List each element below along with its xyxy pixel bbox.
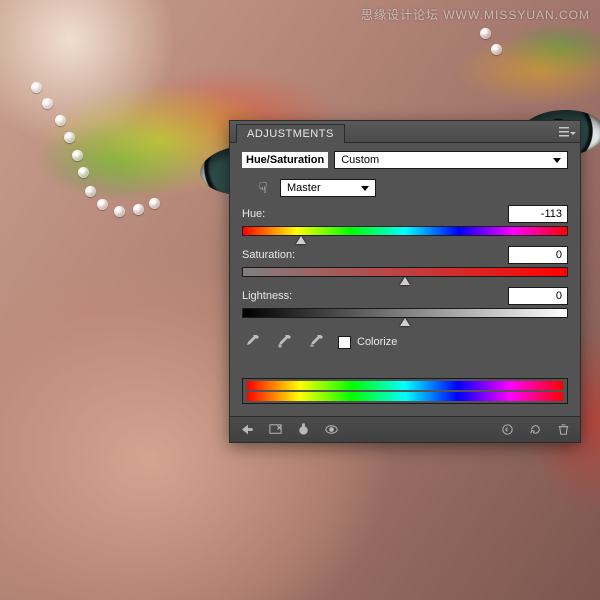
spectrum-preview — [242, 378, 568, 404]
reset-icon[interactable] — [526, 421, 544, 439]
lightness-label: Lightness: — [242, 290, 292, 302]
gem-decoration — [42, 98, 53, 109]
gem-decoration — [480, 28, 491, 39]
gem-decoration — [85, 186, 96, 197]
saturation-input[interactable] — [508, 246, 568, 264]
hue-thumb[interactable] — [296, 236, 306, 244]
colorize-label: Colorize — [357, 336, 397, 348]
clip-icon[interactable] — [294, 421, 312, 439]
lightness-slider[interactable] — [242, 308, 568, 318]
trash-icon[interactable] — [554, 421, 572, 439]
channel-select-value: Master — [287, 182, 321, 194]
back-icon[interactable] — [238, 421, 256, 439]
preset-select-value: Custom — [341, 154, 379, 166]
hue-group: Hue: — [242, 205, 568, 236]
spectrum-bar-bottom — [247, 392, 563, 401]
hue-input[interactable] — [508, 205, 568, 223]
hue-label: Hue: — [242, 208, 265, 220]
gem-decoration — [491, 44, 502, 55]
panel-menu-icon[interactable] — [556, 126, 574, 138]
adjustments-panel: ADJUSTMENTS Hue/Saturation Custom ☟ Mast… — [229, 120, 581, 443]
eyedropper-add-icon[interactable] — [274, 332, 294, 352]
saturation-slider[interactable] — [242, 267, 568, 277]
expand-icon[interactable] — [266, 421, 284, 439]
saturation-label: Saturation: — [242, 249, 295, 261]
panel-footer — [230, 416, 580, 442]
gem-decoration — [31, 82, 42, 93]
chevron-down-icon — [361, 186, 369, 191]
preset-select[interactable]: Custom — [334, 151, 568, 169]
channel-select[interactable]: Master — [280, 179, 376, 197]
visibility-icon[interactable] — [322, 421, 340, 439]
gem-decoration — [72, 150, 83, 161]
panel-header: ADJUSTMENTS — [230, 121, 580, 143]
panel-body: Hue/Saturation Custom ☟ Master Hue: — [230, 143, 580, 416]
gem-decoration — [133, 204, 144, 215]
gem-decoration — [97, 199, 108, 210]
eyedropper-icon[interactable] — [242, 332, 262, 352]
previous-state-icon[interactable] — [498, 421, 516, 439]
lightness-input[interactable] — [508, 287, 568, 305]
watermark-text: 思缘设计论坛 WWW.MISSYUAN.COM — [361, 6, 590, 23]
hue-slider[interactable] — [242, 226, 568, 236]
lightness-group: Lightness: — [242, 287, 568, 318]
gem-decoration — [55, 115, 66, 126]
eyedropper-subtract-icon[interactable] — [306, 332, 326, 352]
colorize-checkbox[interactable] — [338, 336, 351, 349]
gem-decoration — [149, 198, 160, 209]
gem-decoration — [114, 206, 125, 217]
adjustment-title: Hue/Saturation — [242, 152, 328, 168]
spectrum-bar-top — [247, 381, 563, 390]
gem-decoration — [64, 132, 75, 143]
panel-tab-adjustments[interactable]: ADJUSTMENTS — [236, 124, 345, 143]
lightness-thumb[interactable] — [400, 318, 410, 326]
targeted-adjust-icon[interactable]: ☟ — [252, 179, 274, 197]
gem-decoration — [78, 167, 89, 178]
saturation-group: Saturation: — [242, 246, 568, 277]
chevron-down-icon — [553, 158, 561, 163]
saturation-thumb[interactable] — [400, 277, 410, 285]
